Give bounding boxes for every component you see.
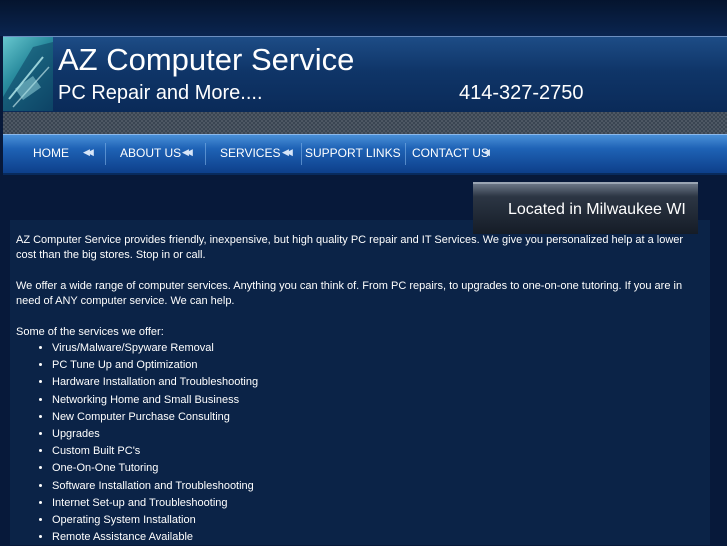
list-item: New Computer Purchase Consulting	[52, 409, 706, 426]
list-item: PC Tune Up and Optimization	[52, 357, 706, 374]
site-title: AZ Computer Service	[58, 42, 355, 77]
list-item: Remote Assistance Available	[52, 529, 706, 546]
nav-separator	[405, 143, 406, 165]
list-item: Upgrades	[52, 426, 706, 443]
services-paragraph: We offer a wide range of computer servic…	[16, 280, 683, 307]
nav-item-home[interactable]: HOME	[33, 135, 69, 173]
nav-arrow-icon: ◀◀	[83, 148, 94, 158]
list-item: Networking Home and Small Business	[52, 392, 706, 409]
top-band	[0, 0, 727, 36]
nav-arrow-icon: ◀◀	[282, 148, 293, 158]
intro-paragraph: AZ Computer Service provides friendly, i…	[16, 234, 684, 261]
services-list: Virus/Malware/Spyware Removal PC Tune Up…	[16, 340, 706, 546]
nav-separator	[301, 143, 302, 165]
location-text: Located in Milwaukee WI	[508, 201, 686, 218]
list-item: Hardware Installation and Troubleshootin…	[52, 374, 706, 391]
nav-separator	[205, 143, 206, 165]
list-item: Virus/Malware/Spyware Removal	[52, 340, 706, 357]
nav-item-about-us[interactable]: ABOUT US	[120, 135, 181, 173]
nav-item-contact-us[interactable]: CONTACT US	[412, 135, 489, 173]
phone-number: 414-327-2750	[459, 82, 584, 104]
services-intro: Some of the services we offer:	[16, 326, 164, 338]
list-item: Operating System Installation	[52, 512, 706, 529]
site-tagline: PC Repair and More....	[58, 82, 263, 104]
list-item: One-On-One Tutoring	[52, 460, 706, 477]
main-content: AZ Computer Service provides friendly, i…	[16, 233, 706, 546]
nav-item-services[interactable]: SERVICES	[220, 135, 280, 173]
header-texture-strip	[3, 112, 727, 134]
nav-arrow-icon: ◀	[483, 148, 490, 158]
nav-item-support-links[interactable]: SUPPORT LINKS	[305, 135, 401, 173]
main-navigation: HOME ◀◀ ABOUT US ◀◀ SERVICES ◀◀ SUPPORT …	[3, 134, 727, 175]
list-item: Internet Set-up and Troubleshooting	[52, 495, 706, 512]
site-header: AZ Computer Service PC Repair and More..…	[3, 36, 727, 113]
nav-arrow-icon: ◀◀	[182, 148, 193, 158]
site-logo-image	[3, 37, 53, 111]
list-item: Custom Built PC's	[52, 443, 706, 460]
nav-separator	[105, 143, 106, 165]
list-item: Software Installation and Troubleshootin…	[52, 478, 706, 495]
